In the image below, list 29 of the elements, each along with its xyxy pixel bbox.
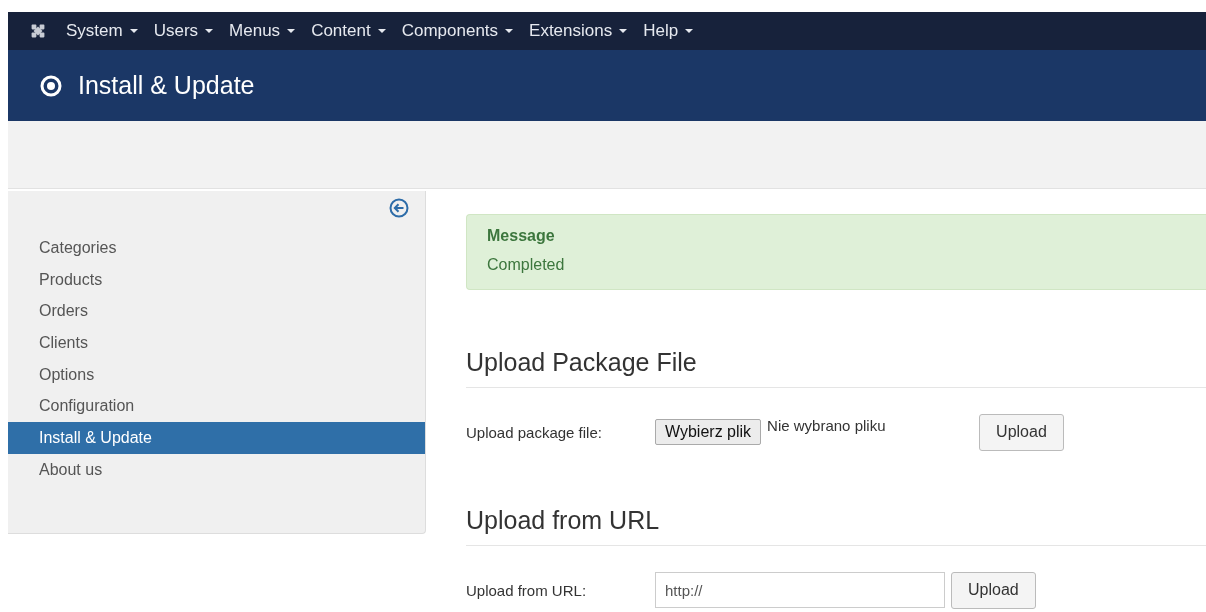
file-status-text: Nie wybrano pliku (767, 417, 887, 434)
sidebar-item[interactable]: Clients (8, 327, 425, 359)
menu-item[interactable]: Components (401, 21, 514, 41)
section-heading: Upload Package File (466, 348, 1206, 388)
target-icon (40, 74, 62, 97)
sidebar-item[interactable]: Install & Update (8, 422, 425, 454)
section-heading: Upload from URL (466, 506, 1206, 546)
sidebar-item[interactable]: Configuration (8, 390, 425, 423)
sidebar-item[interactable]: About us (8, 453, 425, 486)
field-label: Upload from URL: (466, 581, 588, 599)
menu-item[interactable]: Users (153, 21, 214, 41)
menu-item[interactable]: Menus (229, 21, 296, 41)
sidebar-item[interactable]: Orders (8, 295, 425, 328)
menu-item[interactable]: Help (643, 21, 694, 41)
upload-button[interactable]: Upload (979, 413, 1064, 451)
choose-file-button[interactable]: Wybierz plik (655, 419, 762, 445)
field-label: Upload package file: (466, 423, 603, 441)
logo-icon[interactable] (30, 23, 46, 39)
message-heading: Message (487, 227, 556, 245)
sidebar-item[interactable]: Products (8, 263, 425, 296)
url-input-field[interactable]: http:// (655, 572, 945, 608)
sidebar-item[interactable]: Categories (8, 232, 425, 264)
page-title: Install & Update (78, 71, 255, 100)
menu-item[interactable]: Content (311, 21, 386, 41)
menu-item[interactable]: Extensions (529, 21, 628, 41)
sidebar-item[interactable]: Options (8, 358, 425, 391)
upload-button[interactable]: Upload (951, 571, 1036, 609)
menu-item[interactable]: System (66, 21, 138, 41)
message-text: Completed (487, 256, 566, 274)
